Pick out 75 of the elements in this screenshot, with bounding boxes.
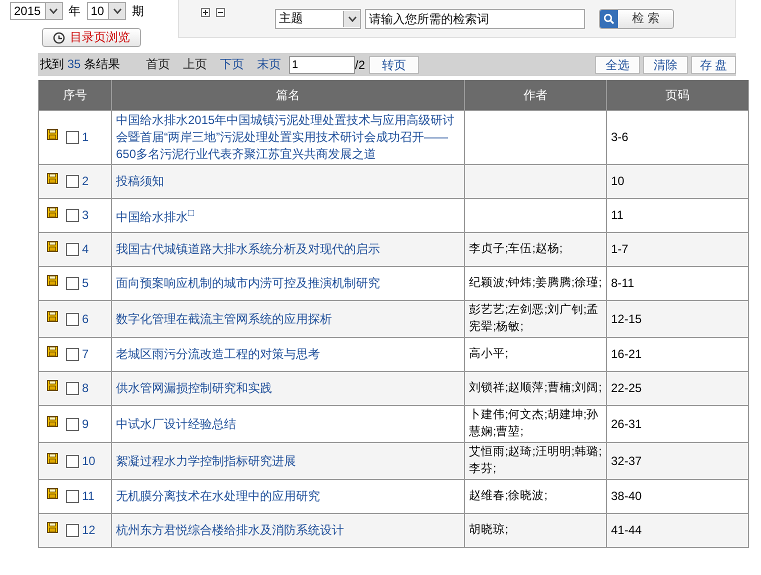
dropdown-caret-icon[interactable] <box>112 8 122 14</box>
row-checkbox[interactable] <box>66 524 79 537</box>
row-checkbox[interactable] <box>66 175 79 188</box>
row-checkbox[interactable] <box>66 490 79 503</box>
toc-browse-button[interactable]: 目录页浏览 <box>42 28 141 47</box>
row-checkbox[interactable] <box>66 348 79 361</box>
field-select[interactable]: 主题 <box>275 8 361 28</box>
collapse-icon[interactable] <box>216 8 225 17</box>
page-range: 8-11 <box>611 276 634 290</box>
authors-text: 刘锁祥;赵顺萍;曹楠;刘阔; <box>469 380 603 396</box>
authors-text: 艾恒雨;赵琦;汪明明;韩璐;李芬; <box>469 444 603 477</box>
dropdown-caret-icon[interactable] <box>348 16 356 22</box>
column-header: 页码 <box>606 80 748 110</box>
row-number: 7 <box>82 346 89 363</box>
column-header: 作者 <box>464 80 606 110</box>
row-number: 1 <box>82 129 89 146</box>
row-checkbox[interactable] <box>66 131 79 144</box>
row-checkbox[interactable] <box>66 312 79 326</box>
column-header: 篇名 <box>112 80 464 110</box>
search-field[interactable]: 请输入您所需的检索词 <box>365 8 585 28</box>
pager-link[interactable]: 末页 <box>257 56 282 73</box>
page-range: 10 <box>611 174 624 188</box>
page-range: 38-40 <box>611 489 642 503</box>
year-select[interactable]: 2015 <box>10 2 63 20</box>
page-range: 32-37 <box>611 454 642 468</box>
expand-icon[interactable] <box>201 8 210 17</box>
row-checkbox[interactable] <box>66 454 79 468</box>
column-header: 序号 <box>38 80 112 110</box>
page-range: 16-21 <box>611 347 642 361</box>
authors-text: 李贞子;车伍;赵杨; <box>469 242 564 257</box>
authors-text: 纪颖波;钟炜;姜腾腾;徐瑾; <box>469 275 603 291</box>
page-range: 3-6 <box>611 130 628 144</box>
authors-text: 高小平; <box>469 346 510 362</box>
dropdown-caret-icon[interactable] <box>49 8 58 14</box>
issue-label: 期 <box>132 2 144 20</box>
action-button[interactable]: 存 盘 <box>691 56 736 74</box>
row-checkbox[interactable] <box>66 382 79 395</box>
year-label: 年 <box>68 2 81 20</box>
issue-select[interactable]: 10 <box>86 2 126 20</box>
row-number: 5 <box>82 275 89 292</box>
pager-link[interactable]: 下页 <box>220 56 244 73</box>
page-range: 26-31 <box>611 416 642 430</box>
row-number: 9 <box>82 416 89 432</box>
row-number: 11 <box>82 488 94 505</box>
row-number: 3 <box>82 207 89 224</box>
row-checkbox[interactable] <box>66 418 79 430</box>
page-input[interactable]: 1 <box>289 56 356 74</box>
pager-link: 首页 <box>146 56 170 73</box>
go-page-button[interactable]: 转页 <box>369 56 420 74</box>
page-range: 12-15 <box>611 312 642 326</box>
row-number: 6 <box>82 310 89 328</box>
search-button[interactable]: 检 索 <box>599 8 674 28</box>
search-icon <box>603 12 615 24</box>
row-number: 10 <box>82 452 96 470</box>
row-checkbox[interactable] <box>66 277 79 290</box>
result-count: 找到 35 条结果 <box>40 56 120 73</box>
page-range: 11 <box>611 208 624 222</box>
page-range: 41-44 <box>611 523 642 537</box>
page-range: 22-25 <box>611 381 642 395</box>
authors-text: 彭艺艺;左剑恶;刘广钊;孟宪翚;杨敏; <box>469 302 600 335</box>
authors-text: 胡晓琼; <box>469 522 510 538</box>
authors-text: 赵维春;徐晓波; <box>469 488 548 504</box>
row-number: 8 <box>82 380 89 397</box>
page-total: /2 <box>355 58 366 72</box>
action-button[interactable]: 全选 <box>595 56 640 74</box>
row-number: 2 <box>82 173 89 190</box>
page-range: 1-7 <box>611 242 628 256</box>
clock-icon <box>53 32 65 44</box>
row-checkbox[interactable] <box>66 243 79 256</box>
action-button[interactable]: 清除 <box>643 56 688 74</box>
row-number: 12 <box>82 522 96 539</box>
authors-text: 卜建伟;何文杰;胡建坤;孙慧娴;曹堃; <box>469 408 600 440</box>
row-number: 4 <box>82 241 89 258</box>
pager-link: 上页 <box>183 56 208 73</box>
row-checkbox[interactable] <box>66 209 79 222</box>
